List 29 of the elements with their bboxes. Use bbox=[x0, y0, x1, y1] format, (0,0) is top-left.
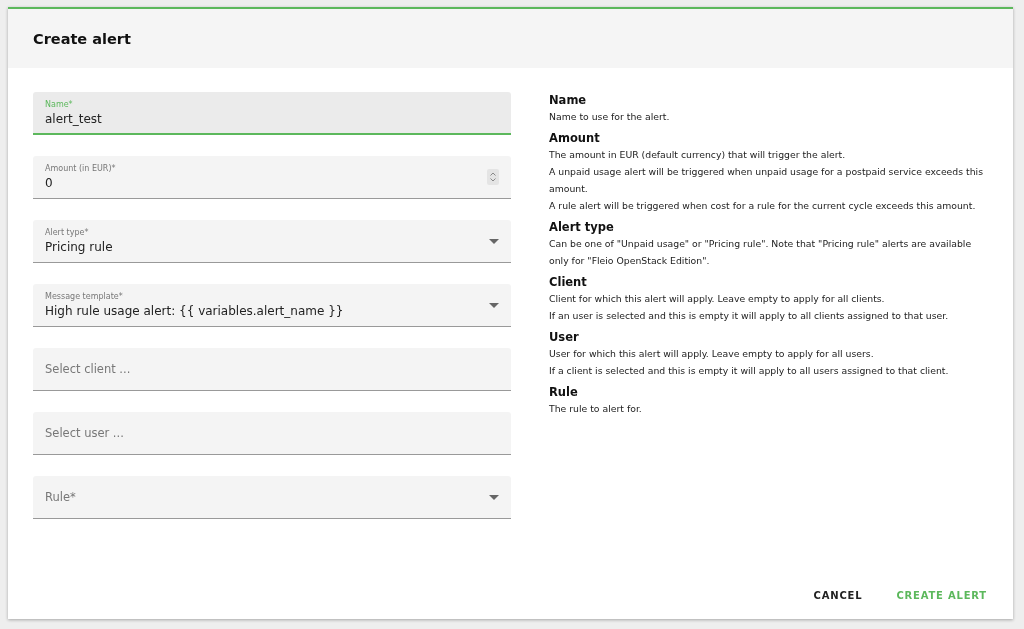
help-text: User for which this alert will apply. Leave empty to apply for all users. bbox=[549, 347, 875, 361]
input-field[interactable]: Select client ... bbox=[33, 348, 511, 391]
select-field[interactable]: Alert type* Pricing rule bbox=[33, 220, 511, 263]
spinner-icon[interactable] bbox=[487, 169, 499, 185]
help-heading: Amount bbox=[549, 130, 601, 146]
help-heading: User bbox=[549, 329, 580, 345]
help-text: A unpaid usage alert will be triggered when unpaid usage for a postpaid service exceeds this amount. bbox=[549, 165, 984, 196]
dropdown-caret-icon bbox=[489, 238, 499, 244]
input-field[interactable]: Name* alert_test bbox=[33, 92, 511, 135]
help-text: Client for which this alert will apply. Leave empty to apply for all clients. bbox=[549, 292, 886, 306]
help-text: If a client is selected and this is empty it will apply to all users assigned to that client. bbox=[549, 364, 950, 378]
help-text: Can be one of "Unpaid usage" or "Pricing rule". Note that "Pricing rule" alerts are available only for "Fleio OpenStack Edition". bbox=[549, 237, 973, 268]
help-text: A rule alert will be triggered when cost for a rule for the current cycle exceeds this amount. bbox=[549, 199, 977, 213]
dropdown-caret-icon bbox=[489, 494, 499, 500]
help-text: Name to use for the alert. bbox=[549, 110, 671, 124]
select-field[interactable]: Rule* bbox=[33, 476, 511, 519]
help-text: The rule to alert for. bbox=[549, 402, 643, 416]
help-text: If an user is selected and this is empty it will apply to all clients assigned to that user. bbox=[549, 309, 950, 323]
cancel-button[interactable]: CANCEL bbox=[803, 582, 873, 609]
dropdown-caret-icon bbox=[489, 302, 499, 308]
dialog-title: Create alert bbox=[33, 30, 131, 47]
help-heading: Client bbox=[549, 274, 588, 290]
help-heading: Name bbox=[549, 92, 588, 108]
select-field[interactable]: Message template* High rule usage alert: {{ variables.alert_name }} bbox=[33, 284, 511, 327]
input-field[interactable]: Amount (in EUR)* 0 bbox=[33, 156, 511, 199]
help-heading: Alert type bbox=[549, 219, 615, 235]
help-text: The amount in EUR (default currency) that will trigger the alert. bbox=[549, 148, 847, 162]
help-heading: Rule bbox=[549, 384, 579, 400]
input-field[interactable]: Select user ... bbox=[33, 412, 511, 455]
